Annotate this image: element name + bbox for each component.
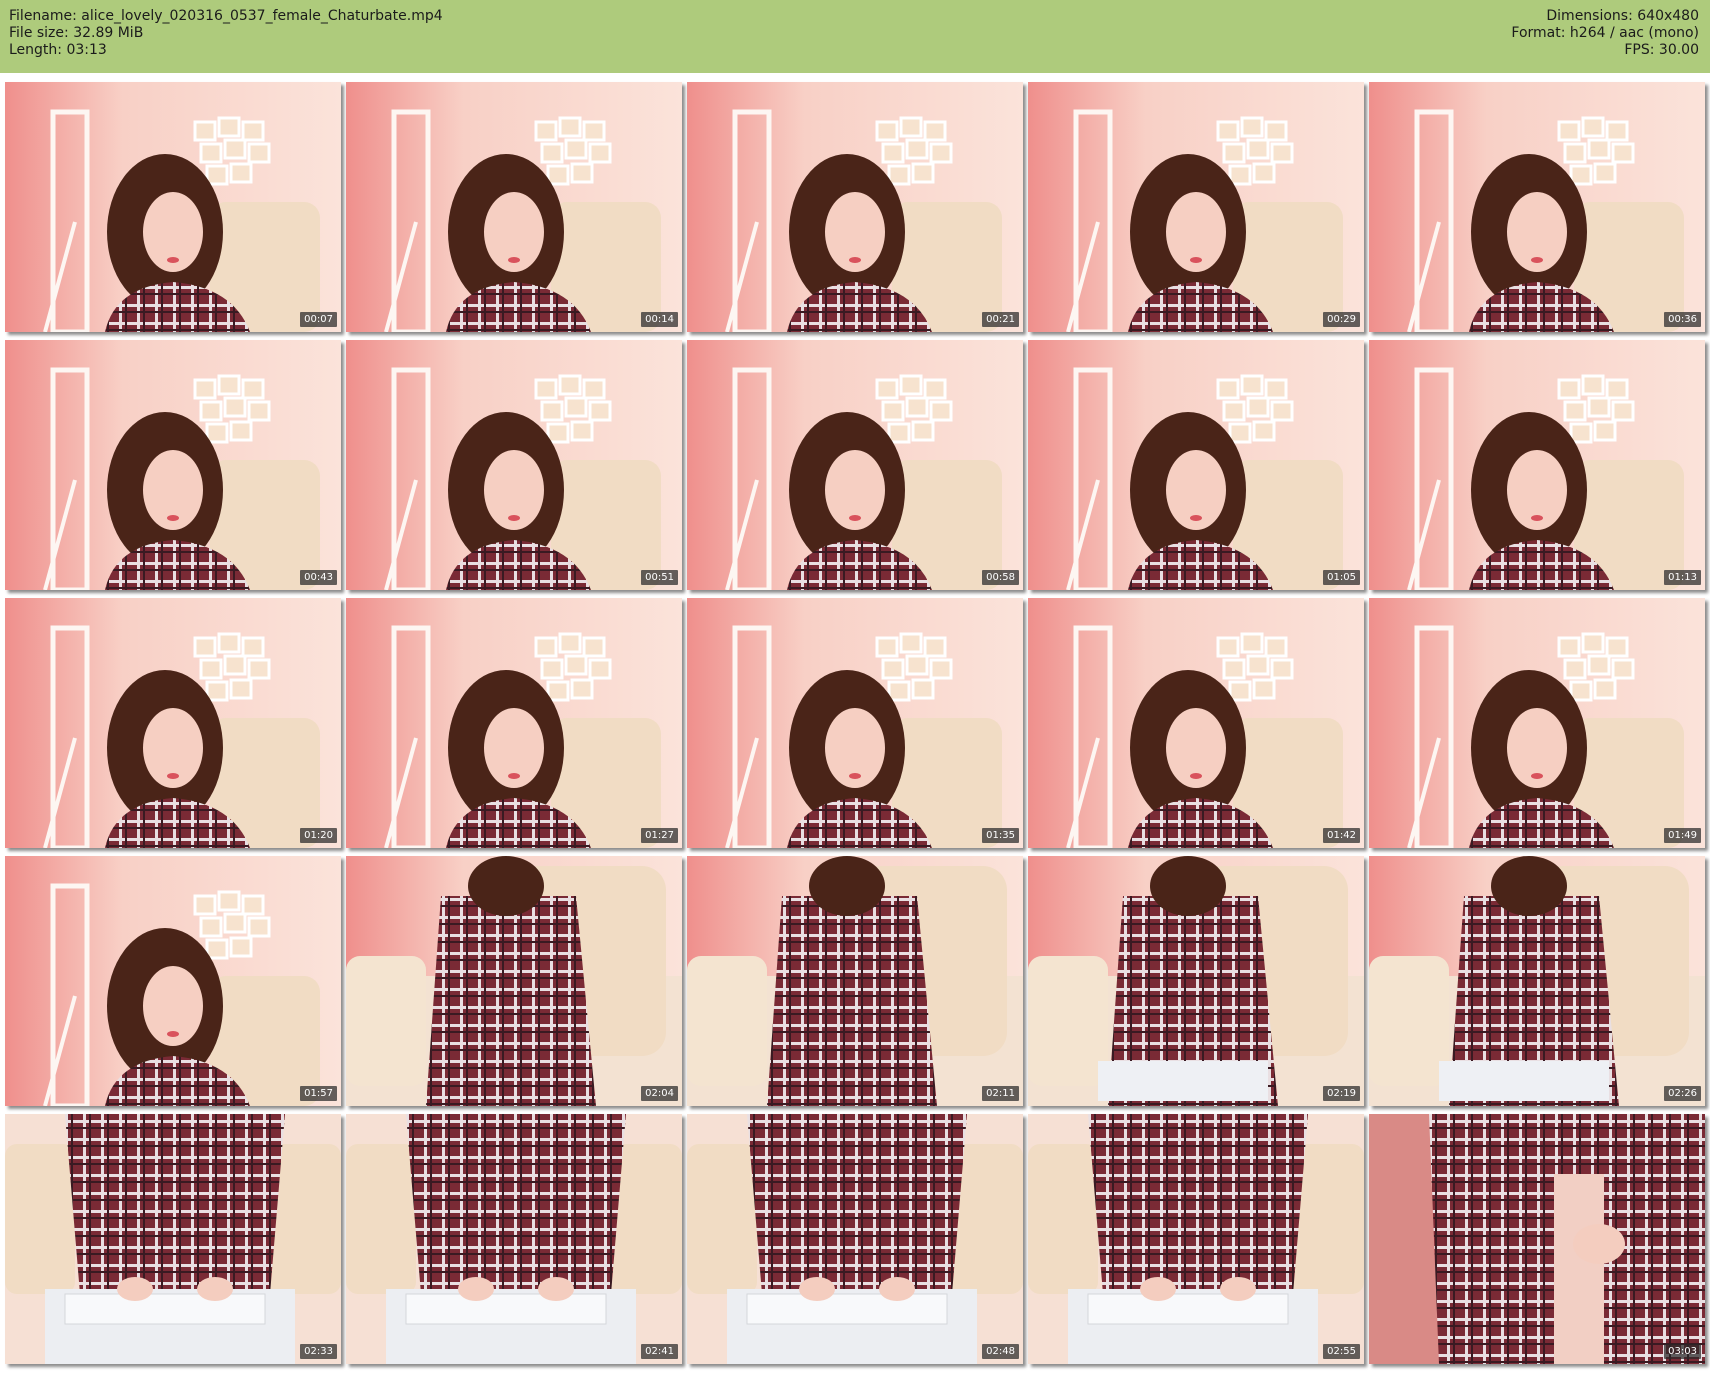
video-thumbnail: 01:49 [1369, 598, 1705, 848]
file-info-right: Dimensions: 640x480 Format: h264 / aac (… [1511, 8, 1699, 59]
thumbnail-frame-image [1369, 1114, 1705, 1364]
video-thumbnail: 00:07 [5, 82, 341, 332]
thumbnail-timestamp: 00:36 [1664, 312, 1701, 327]
thumbnail-grid: 00:07 00:14 00:21 00:29 00:36 00:43 00:51 00:58… [0, 82, 1710, 1373]
video-thumbnail: 02:41 [346, 1114, 682, 1364]
filename-text: Filename: alice_lovely_020316_0537_femal… [9, 8, 443, 24]
thumbnail-frame-image [5, 598, 341, 848]
video-thumbnail: 01:20 [5, 598, 341, 848]
video-thumbnail: 01:13 [1369, 340, 1705, 590]
video-thumbnail: 02:04 [346, 856, 682, 1106]
video-thumbnail: 01:27 [346, 598, 682, 848]
video-thumbnail: 03:03 [1369, 1114, 1705, 1364]
thumbnail-timestamp: 02:48 [982, 1344, 1019, 1359]
thumbnail-frame-image [5, 340, 341, 590]
thumbnail-frame-image [1028, 856, 1364, 1106]
thumbnail-frame-image [5, 82, 341, 332]
thumbnail-timestamp: 02:04 [641, 1086, 678, 1101]
thumbnail-frame-image [5, 856, 341, 1106]
file-info-header: Filename: alice_lovely_020316_0537_femal… [0, 0, 1710, 73]
fps-text: FPS: 30.00 [1624, 42, 1699, 58]
video-thumbnail: 01:57 [5, 856, 341, 1106]
thumbnail-timestamp: 00:29 [1323, 312, 1360, 327]
thumbnail-frame-image [1369, 82, 1705, 332]
file-info-left: Filename: alice_lovely_020316_0537_femal… [9, 8, 443, 59]
video-thumbnail: 02:33 [5, 1114, 341, 1364]
video-thumbnail: 01:05 [1028, 340, 1364, 590]
thumbnail-frame-image [1369, 340, 1705, 590]
thumbnail-timestamp: 02:33 [300, 1344, 337, 1359]
video-thumbnail: 01:35 [687, 598, 1023, 848]
video-thumbnail: 02:26 [1369, 856, 1705, 1106]
thumbnail-timestamp: 02:55 [1323, 1344, 1360, 1359]
thumbnail-frame-image [687, 1114, 1023, 1364]
video-thumbnail: 00:43 [5, 340, 341, 590]
thumbnail-timestamp: 01:35 [982, 828, 1019, 843]
thumbnail-timestamp: 02:41 [641, 1344, 678, 1359]
thumbnail-frame-image [5, 1114, 341, 1364]
video-thumbnail: 00:21 [687, 82, 1023, 332]
thumbnail-timestamp: 00:43 [300, 570, 337, 585]
thumbnail-frame-image [1369, 856, 1705, 1106]
length-text: Length: 03:13 [9, 42, 107, 58]
thumbnail-frame-image [1028, 1114, 1364, 1364]
thumbnail-timestamp: 00:14 [641, 312, 678, 327]
thumbnail-timestamp: 00:21 [982, 312, 1019, 327]
thumbnail-frame-image [346, 1114, 682, 1364]
thumbnail-timestamp: 02:11 [982, 1086, 1019, 1101]
video-thumbnail: 00:51 [346, 340, 682, 590]
video-thumbnail: 01:42 [1028, 598, 1364, 848]
thumbnail-frame-image [346, 82, 682, 332]
thumbnail-timestamp: 00:51 [641, 570, 678, 585]
video-thumbnail: 00:14 [346, 82, 682, 332]
thumbnail-frame-image [687, 856, 1023, 1106]
thumbnail-timestamp: 01:13 [1664, 570, 1701, 585]
thumbnail-timestamp: 01:05 [1323, 570, 1360, 585]
thumbnail-timestamp: 01:27 [641, 828, 678, 843]
video-thumbnail: 00:58 [687, 340, 1023, 590]
filesize-text: File size: 32.89 MiB [9, 25, 144, 41]
thumbnail-timestamp: 01:57 [300, 1086, 337, 1101]
thumbnail-frame-image [687, 82, 1023, 332]
video-thumbnail: 02:19 [1028, 856, 1364, 1106]
video-thumbnail: 02:48 [687, 1114, 1023, 1364]
thumbnail-frame-image [1028, 340, 1364, 590]
video-thumbnail: 02:11 [687, 856, 1023, 1106]
thumbnail-timestamp: 01:49 [1664, 828, 1701, 843]
thumbnail-frame-image [1369, 598, 1705, 848]
thumbnail-timestamp: 01:42 [1323, 828, 1360, 843]
thumbnail-timestamp: 00:58 [982, 570, 1019, 585]
thumbnail-frame-image [346, 340, 682, 590]
format-text: Format: h264 / aac (mono) [1511, 25, 1699, 41]
video-thumbnail: 00:36 [1369, 82, 1705, 332]
thumbnail-frame-image [346, 598, 682, 848]
video-thumbnail: 00:29 [1028, 82, 1364, 332]
thumbnail-frame-image [1028, 82, 1364, 332]
thumbnail-timestamp: 03:03 [1664, 1344, 1701, 1359]
thumbnail-timestamp: 01:20 [300, 828, 337, 843]
thumbnail-timestamp: 02:26 [1664, 1086, 1701, 1101]
thumbnail-frame-image [346, 856, 682, 1106]
thumbnail-timestamp: 02:19 [1323, 1086, 1360, 1101]
video-thumbnail: 02:55 [1028, 1114, 1364, 1364]
thumbnail-frame-image [687, 340, 1023, 590]
thumbnail-frame-image [1028, 598, 1364, 848]
dimensions-text: Dimensions: 640x480 [1546, 8, 1699, 24]
thumbnail-timestamp: 00:07 [300, 312, 337, 327]
thumbnail-frame-image [687, 598, 1023, 848]
